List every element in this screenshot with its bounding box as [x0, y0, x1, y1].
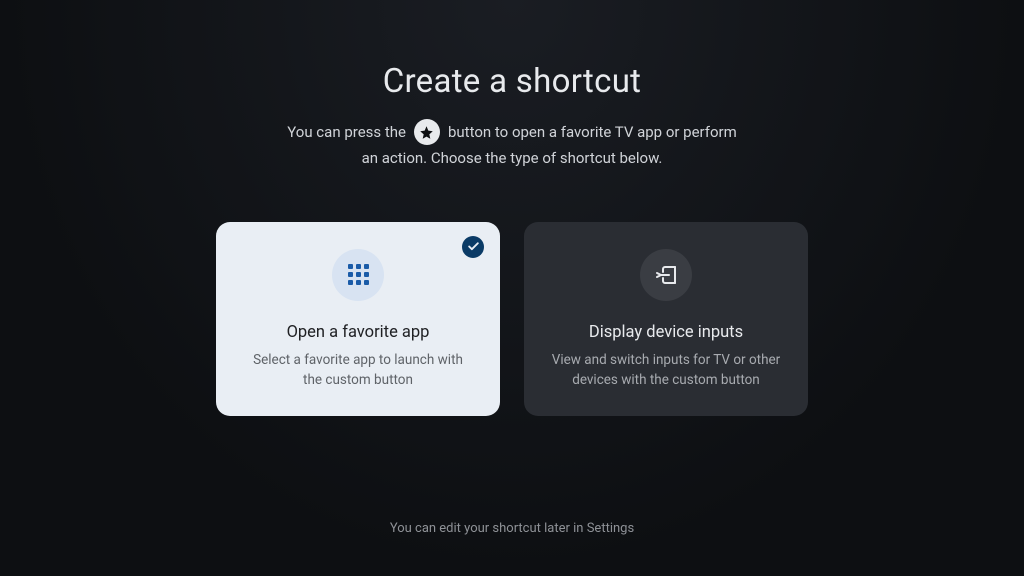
footer-hint: You can edit your shortcut later in Sett…: [0, 521, 1024, 536]
subtitle-text-part1: You can press the: [287, 119, 406, 145]
header: Create a shortcut You can press the butt…: [287, 62, 737, 172]
card-description: Select a favorite app to launch with the…: [234, 350, 482, 391]
subtitle-text-part2: button to open a favorite TV app or perf…: [448, 119, 737, 145]
card-title: Display device inputs: [589, 323, 743, 342]
page-title: Create a shortcut: [287, 62, 737, 101]
page-subtitle: You can press the button to open a favor…: [287, 119, 737, 172]
shortcut-type-cards: Open a favorite app Select a favorite ap…: [216, 222, 808, 416]
star-icon: [414, 119, 440, 145]
card-description: View and switch inputs for TV or other d…: [542, 350, 790, 391]
checkmark-icon: [462, 236, 484, 258]
card-display-device-inputs[interactable]: Display device inputs View and switch in…: [524, 222, 808, 416]
card-title: Open a favorite app: [287, 323, 430, 342]
input-icon: [640, 249, 692, 301]
card-open-favorite-app[interactable]: Open a favorite app Select a favorite ap…: [216, 222, 500, 416]
apps-grid-icon: [332, 249, 384, 301]
subtitle-text-line2: an action. Choose the type of shortcut b…: [287, 145, 737, 171]
